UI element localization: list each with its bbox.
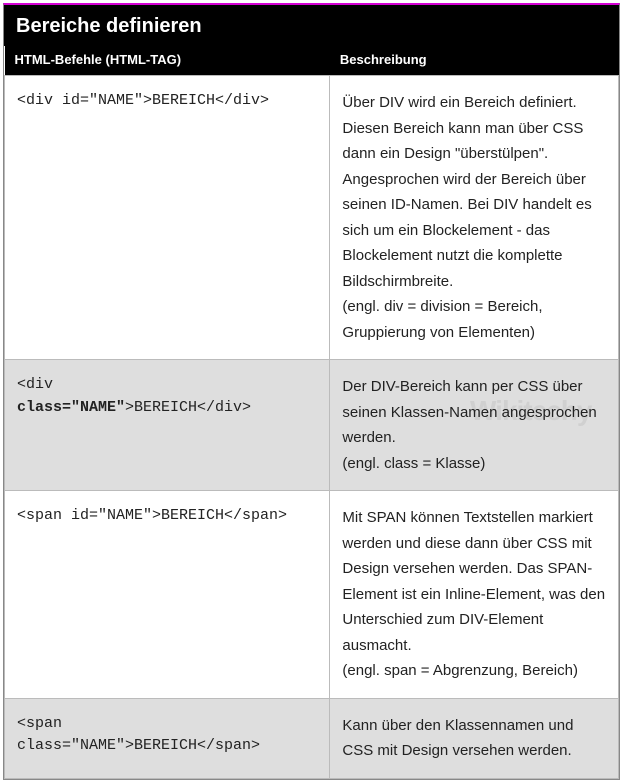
table-row: <div class="NAME">BEREICH</div>Der DIV-B… <box>5 360 619 491</box>
code-segment: <div id="NAME">BEREICH</div> <box>17 92 269 109</box>
reference-table: HTML-Befehle (HTML-TAG) Beschreibung <di… <box>4 46 619 779</box>
table-row: <div id="NAME">BEREICH</div> Über DIV wir… <box>5 76 619 360</box>
desc-cell: Mit SPAN können Textstellen markiert wer… <box>330 491 619 699</box>
column-header-code: HTML-Befehle (HTML-TAG) <box>5 46 330 76</box>
column-header-desc: Beschreibung <box>330 46 619 76</box>
desc-cell: Kann über den Klassennamen und CSS mit D… <box>330 698 619 778</box>
desc-cell: Der DIV-Bereich kann per CSS über seinen… <box>330 360 619 491</box>
code-segment: <span <box>17 715 62 732</box>
code-segment: >BEREICH</div> <box>125 399 251 416</box>
table-row: <span class="NAME">BEREICH</span>Kann üb… <box>5 698 619 778</box>
panel-title: Bereiche definieren <box>4 5 619 46</box>
code-segment: <span id="NAME">BEREICH</span> <box>17 507 287 524</box>
code-cell: <span class="NAME">BEREICH</span> <box>5 698 330 778</box>
code-cell: <span id="NAME">BEREICH</span> <box>5 491 330 699</box>
code-segment: class="NAME">BEREICH</span> <box>17 737 260 754</box>
desc-cell: Über DIV wird ein Bereich definiert. Die… <box>330 76 619 360</box>
table-row: <span id="NAME">BEREICH</span> Mit SPAN k… <box>5 491 619 699</box>
code-cell: <div id="NAME">BEREICH</div> <box>5 76 330 360</box>
code-segment: <div <box>17 376 53 393</box>
reference-table-panel: Bereiche definieren HTML-Befehle (HTML-T… <box>3 3 620 780</box>
code-cell: <div class="NAME">BEREICH</div> <box>5 360 330 491</box>
code-segment: class="NAME" <box>17 399 125 416</box>
